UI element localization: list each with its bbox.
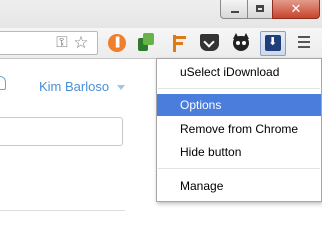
title-bar: ✕ bbox=[0, 0, 322, 28]
text-input[interactable] bbox=[0, 117, 123, 146]
minimize-button[interactable] bbox=[220, 0, 248, 19]
hamburger-menu-icon[interactable] bbox=[298, 36, 310, 48]
menu-separator bbox=[158, 168, 320, 169]
owl-icon[interactable] bbox=[232, 33, 250, 52]
menu-separator bbox=[158, 88, 320, 89]
close-button[interactable]: ✕ bbox=[272, 0, 320, 19]
bell-icon[interactable] bbox=[0, 76, 6, 90]
user-name-link[interactable]: Kim Barloso bbox=[39, 79, 109, 94]
uselect-idownload-button[interactable] bbox=[260, 31, 286, 56]
key-icon[interactable]: ⚿ bbox=[53, 34, 71, 52]
green-extension-icon[interactable] bbox=[138, 33, 154, 51]
divider bbox=[0, 210, 125, 211]
maximize-button[interactable] bbox=[247, 0, 273, 19]
orange-extension-icon[interactable] bbox=[108, 34, 126, 52]
chevron-down-icon[interactable] bbox=[117, 85, 125, 90]
orange-t-extension-icon[interactable] bbox=[170, 34, 188, 52]
menu-item-options[interactable]: Options bbox=[157, 94, 321, 116]
menu-item-remove-from-chrome[interactable]: Remove from Chrome bbox=[157, 118, 321, 140]
extension-context-menu: uSelect iDownload Options Remove from Ch… bbox=[156, 58, 322, 202]
pocket-icon[interactable] bbox=[200, 34, 219, 51]
menu-item-manage[interactable]: Manage bbox=[157, 175, 321, 197]
uselect-idownload-icon bbox=[265, 35, 281, 51]
close-icon: ✕ bbox=[290, 1, 302, 16]
star-icon[interactable]: ☆ bbox=[72, 34, 90, 52]
menu-item-extension-name[interactable]: uSelect iDownload bbox=[157, 61, 321, 83]
menu-item-hide-button[interactable]: Hide button bbox=[157, 141, 321, 163]
